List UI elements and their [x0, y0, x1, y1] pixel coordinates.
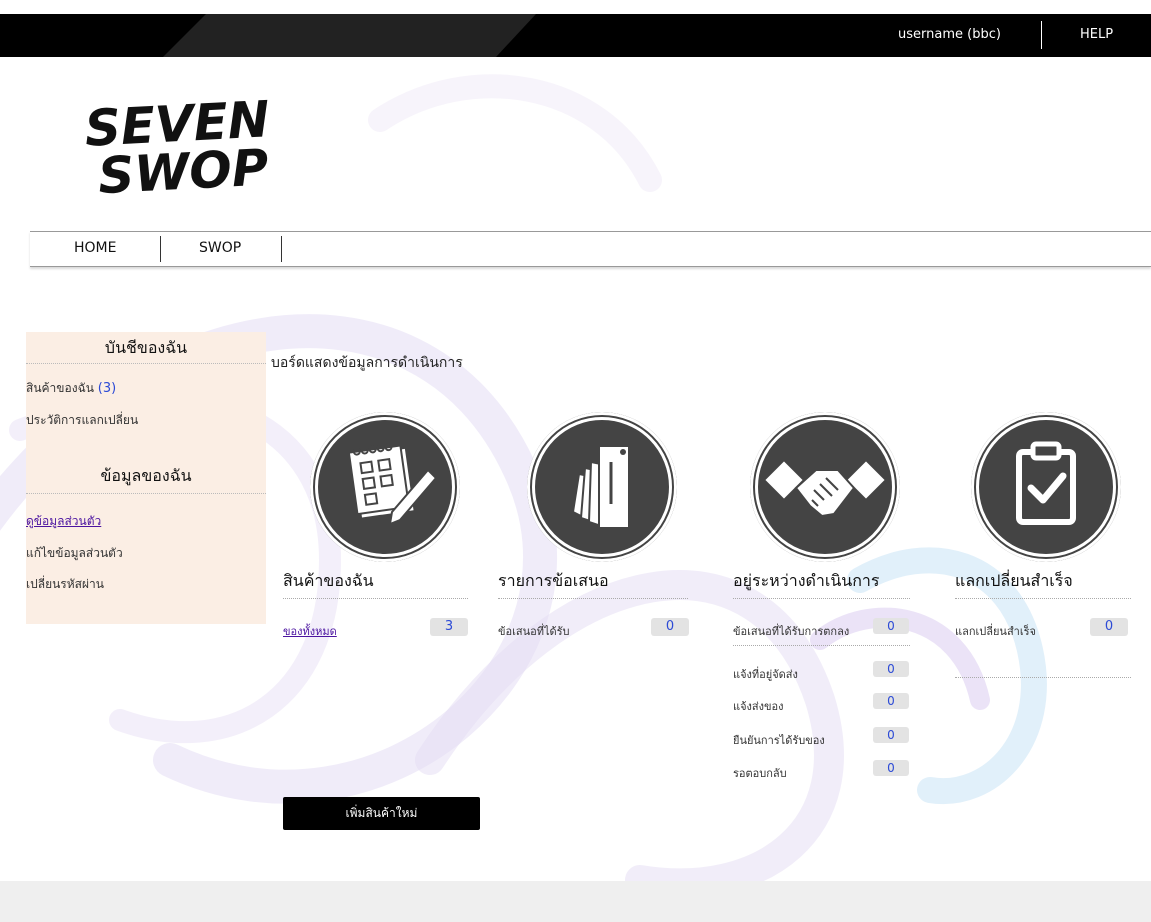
- card-divider: [283, 598, 468, 599]
- count-badge: 0: [873, 661, 909, 677]
- card-divider: [733, 645, 910, 646]
- count-badge: 3: [430, 618, 468, 636]
- row-label-confirm-received: ยืนยันการได้รับของ: [733, 734, 825, 747]
- card-title-completed: แลกเปลี่ยนสำเร็จ: [955, 571, 1073, 590]
- card-divider: [498, 598, 688, 599]
- username-link[interactable]: username (bbc): [898, 27, 1001, 42]
- card-title-offers: รายการข้อเสนอ: [498, 571, 609, 590]
- count-badge: 0: [873, 618, 909, 634]
- site-logo[interactable]: SEVEN SWOP: [80, 90, 271, 205]
- sidebar-item-label: สินค้าของฉัน: [26, 381, 94, 395]
- topbar-divider: [1041, 21, 1042, 49]
- svg-text:SWOP: SWOP: [97, 138, 270, 200]
- sidebar-item-edit-profile[interactable]: แก้ไขข้อมูลส่วนตัว: [26, 544, 123, 563]
- sidebar-item-history[interactable]: ประวัติการแลกเปลี่ยน: [26, 411, 138, 430]
- nav-divider: [160, 236, 161, 262]
- add-item-button[interactable]: เพิ่มสินค้าใหม่: [283, 797, 480, 830]
- sidebar-section-profile: ข้อมูลของฉัน: [100, 466, 192, 485]
- dashboard-title: บอร์ดแสดงข้อมูลการดำเนินการ: [271, 355, 463, 371]
- help-link[interactable]: HELP: [1080, 27, 1113, 42]
- row-label-offers-received: ข้อเสนอที่ได้รับ: [498, 625, 570, 638]
- nav-swop[interactable]: SWOP: [199, 240, 241, 256]
- row-label-awaiting-reply: รอตอบกลับ: [733, 767, 787, 780]
- sidebar-divider: [26, 493, 266, 494]
- main-nav: HOME SWOP: [30, 231, 1151, 267]
- cards-icon[interactable]: [527, 412, 677, 562]
- card-title-in-progress: อยู่ระหว่างดำเนินการ: [733, 571, 880, 590]
- count-badge: 0: [873, 727, 909, 743]
- notepad-icon[interactable]: [310, 412, 460, 562]
- count-badge: 0: [1090, 618, 1128, 636]
- count-badge: 0: [651, 618, 689, 636]
- card-title-my-items: สินค้าของฉัน: [283, 571, 374, 590]
- sidebar-divider: [26, 363, 266, 364]
- nav-home[interactable]: HOME: [74, 240, 116, 256]
- row-label-shipped: แจ้งส่งของ: [733, 700, 784, 713]
- row-label-completed: แลกเปลี่ยนสำเร็จ: [955, 625, 1036, 638]
- sidebar: บันชีของฉัน สินค้าของฉัน (3) ประวัติการแ…: [26, 332, 266, 624]
- row-label-shipping-address: แจ้งที่อยู่จัดส่ง: [733, 668, 798, 681]
- sidebar-item-my-items[interactable]: สินค้าของฉัน (3): [26, 379, 116, 398]
- sidebar-item-view-profile[interactable]: ดูข้อมูลส่วนตัว: [26, 512, 101, 531]
- handshake-icon[interactable]: [750, 412, 900, 562]
- count-badge: 0: [873, 760, 909, 776]
- topbar-decoration: [206, 14, 496, 57]
- topbar-decoration: [496, 14, 536, 57]
- nav-divider: [281, 236, 282, 262]
- sidebar-item-change-password[interactable]: เปลี่ยนรหัสผ่าน: [26, 575, 104, 594]
- count-badge: 0: [873, 693, 909, 709]
- my-items-count: (3): [97, 381, 117, 396]
- footer: [0, 881, 1151, 922]
- row-label-accepted-offers: ข้อเสนอที่ได้รับการตกลง: [733, 625, 850, 638]
- row-label-all-items[interactable]: ของทั้งหมด: [283, 622, 337, 640]
- sidebar-section-account: บันชีของฉัน: [104, 338, 188, 357]
- card-divider: [733, 598, 910, 599]
- top-bar: username (bbc) HELP: [0, 14, 1151, 57]
- card-divider: [955, 677, 1131, 678]
- card-divider: [955, 598, 1131, 599]
- clipboard-check-icon[interactable]: [971, 412, 1121, 562]
